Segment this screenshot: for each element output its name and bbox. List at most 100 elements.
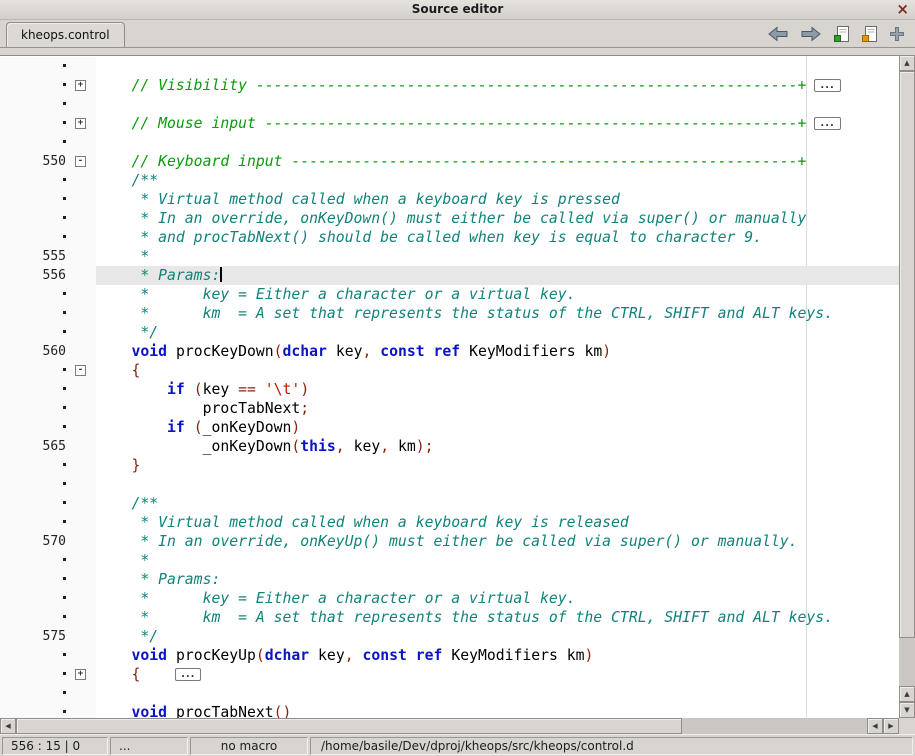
code-text[interactable]: [96, 57, 899, 76]
scroll-right-icon[interactable]: ▶: [883, 718, 899, 734]
code-segment: [185, 381, 194, 398]
vertical-scroll-thumb[interactable]: [899, 71, 915, 638]
code-line: void procKeyUp(dchar key, const ref KeyM…: [0, 646, 899, 665]
splitter-icon[interactable]: [889, 26, 905, 42]
code-line: 555 *: [0, 247, 899, 266]
gutter-cell: [0, 228, 96, 247]
code-segment: * km = A set that represents the status …: [96, 609, 833, 626]
gutter-cell: [0, 646, 96, 665]
fold-expand-icon[interactable]: +: [75, 669, 86, 680]
gutter-cell: +: [0, 114, 96, 133]
code-text[interactable]: }: [96, 456, 899, 475]
line-dot-icon: [63, 64, 66, 67]
line-number: 575: [0, 627, 68, 646]
code-text[interactable]: * key = Either a character or a virtual …: [96, 285, 899, 304]
code-text[interactable]: * km = A set that represents the status …: [96, 608, 899, 627]
line-number: 570: [0, 532, 68, 551]
code-text[interactable]: // Mouse input -------------------------…: [96, 114, 899, 133]
code-segment: const: [362, 647, 406, 664]
close-icon[interactable]: ×: [896, 0, 909, 19]
collapsed-code-ellipsis[interactable]: ...: [814, 117, 840, 130]
code-editor: + // Visibility ------------------------…: [0, 48, 915, 718]
code-text[interactable]: * Virtual method called when a keyboard …: [96, 190, 899, 209]
fold-column: [68, 342, 94, 361]
code-segment: */: [96, 628, 158, 645]
code-text[interactable]: * Params:: [96, 266, 899, 285]
fold-collapse-icon[interactable]: -: [75, 365, 86, 376]
tab-kheops-control[interactable]: kheops.control: [6, 22, 125, 47]
code-text[interactable]: * In an override, onKeyUp() must either …: [96, 532, 899, 551]
code-segment: if: [167, 419, 185, 436]
scroll-left-icon[interactable]: ◀: [0, 718, 16, 734]
code-segment: * Virtual method called when a keyboard …: [96, 514, 629, 531]
collapsed-code-ellipsis[interactable]: ...: [814, 79, 840, 92]
code-text[interactable]: /**: [96, 494, 899, 513]
code-segment: [96, 457, 132, 474]
code-text[interactable]: [96, 95, 899, 114]
line-number: [0, 703, 68, 718]
nav-forward-icon[interactable]: [800, 26, 822, 42]
code-text[interactable]: void procKeyUp(dchar key, const ref KeyM…: [96, 646, 899, 665]
code-text[interactable]: void procKeyDown(dchar key, const ref Ke…: [96, 342, 899, 361]
code-line: * In an override, onKeyDown() must eithe…: [0, 209, 899, 228]
code-text[interactable]: { ...: [96, 665, 899, 684]
fold-column: [68, 57, 94, 76]
code-text[interactable]: */: [96, 323, 899, 342]
code-text[interactable]: [96, 475, 899, 494]
code-text[interactable]: /**: [96, 171, 899, 190]
code-text[interactable]: if (key == '\t'): [96, 380, 899, 399]
line-dot-icon: [63, 292, 66, 295]
collapsed-code-ellipsis[interactable]: ...: [175, 668, 201, 681]
code-text[interactable]: {: [96, 361, 899, 380]
document-orange-icon[interactable]: [861, 25, 878, 43]
scroll-up-icon[interactable]: ▲: [899, 55, 915, 71]
fold-column: [68, 608, 94, 627]
code-text[interactable]: void procTabNext(): [96, 703, 899, 718]
vertical-scrollbar[interactable]: ▲ ▲ ▼: [899, 55, 915, 718]
code-segment: key: [327, 343, 363, 360]
code-segment: [96, 419, 167, 436]
scroll-up-icon[interactable]: ▲: [899, 686, 915, 702]
code-text[interactable]: * km = A set that represents the status …: [96, 304, 899, 323]
code-text[interactable]: _onKeyDown(this, key, km);: [96, 437, 899, 456]
code-text[interactable]: [96, 684, 899, 703]
fold-collapse-icon[interactable]: -: [75, 156, 86, 167]
code-segment: void: [132, 647, 168, 664]
code-text[interactable]: procTabNext;: [96, 399, 899, 418]
code-text[interactable]: * Virtual method called when a keyboard …: [96, 513, 899, 532]
fold-column: [68, 437, 94, 456]
window-title: Source editor: [412, 2, 504, 16]
editor-viewport[interactable]: + // Visibility ------------------------…: [0, 55, 899, 718]
code-text[interactable]: */: [96, 627, 899, 646]
scroll-left-icon[interactable]: ◀: [867, 718, 883, 734]
nav-back-icon[interactable]: [767, 26, 789, 42]
code-text[interactable]: * Params:: [96, 570, 899, 589]
tab-label: kheops.control: [21, 28, 110, 42]
code-line: + { ...: [0, 665, 899, 684]
document-green-icon[interactable]: [833, 25, 850, 43]
code-segment: void: [132, 343, 168, 360]
code-text[interactable]: // Keyboard input ----------------------…: [96, 152, 899, 171]
code-line: 560 void procKeyDown(dchar key, const re…: [0, 342, 899, 361]
current-code-line: 556 * Params:: [0, 266, 899, 285]
fold-expand-icon[interactable]: +: [75, 80, 86, 91]
fold-column: [68, 627, 94, 646]
code-text[interactable]: [96, 133, 899, 152]
code-text[interactable]: * and procTabNext() should be called whe…: [96, 228, 899, 247]
line-number: [0, 608, 68, 627]
scroll-down-icon[interactable]: ▼: [899, 702, 915, 718]
code-line: procTabNext;: [0, 399, 899, 418]
code-text[interactable]: * In an override, onKeyDown() must eithe…: [96, 209, 899, 228]
code-text[interactable]: *: [96, 247, 899, 266]
fold-expand-icon[interactable]: +: [75, 118, 86, 129]
code-text[interactable]: if (_onKeyDown): [96, 418, 899, 437]
code-text[interactable]: // Visibility --------------------------…: [96, 76, 899, 95]
code-text[interactable]: * key = Either a character or a virtual …: [96, 589, 899, 608]
horizontal-scroll-thumb[interactable]: [16, 718, 682, 734]
horizontal-scrollbar[interactable]: ◀ ◀ ▶: [0, 718, 915, 734]
tab-bar: kheops.control: [0, 20, 915, 48]
fold-column: +: [68, 665, 94, 684]
line-dot-icon: [63, 596, 66, 599]
code-text[interactable]: *: [96, 551, 899, 570]
gutter-cell: 570: [0, 532, 96, 551]
